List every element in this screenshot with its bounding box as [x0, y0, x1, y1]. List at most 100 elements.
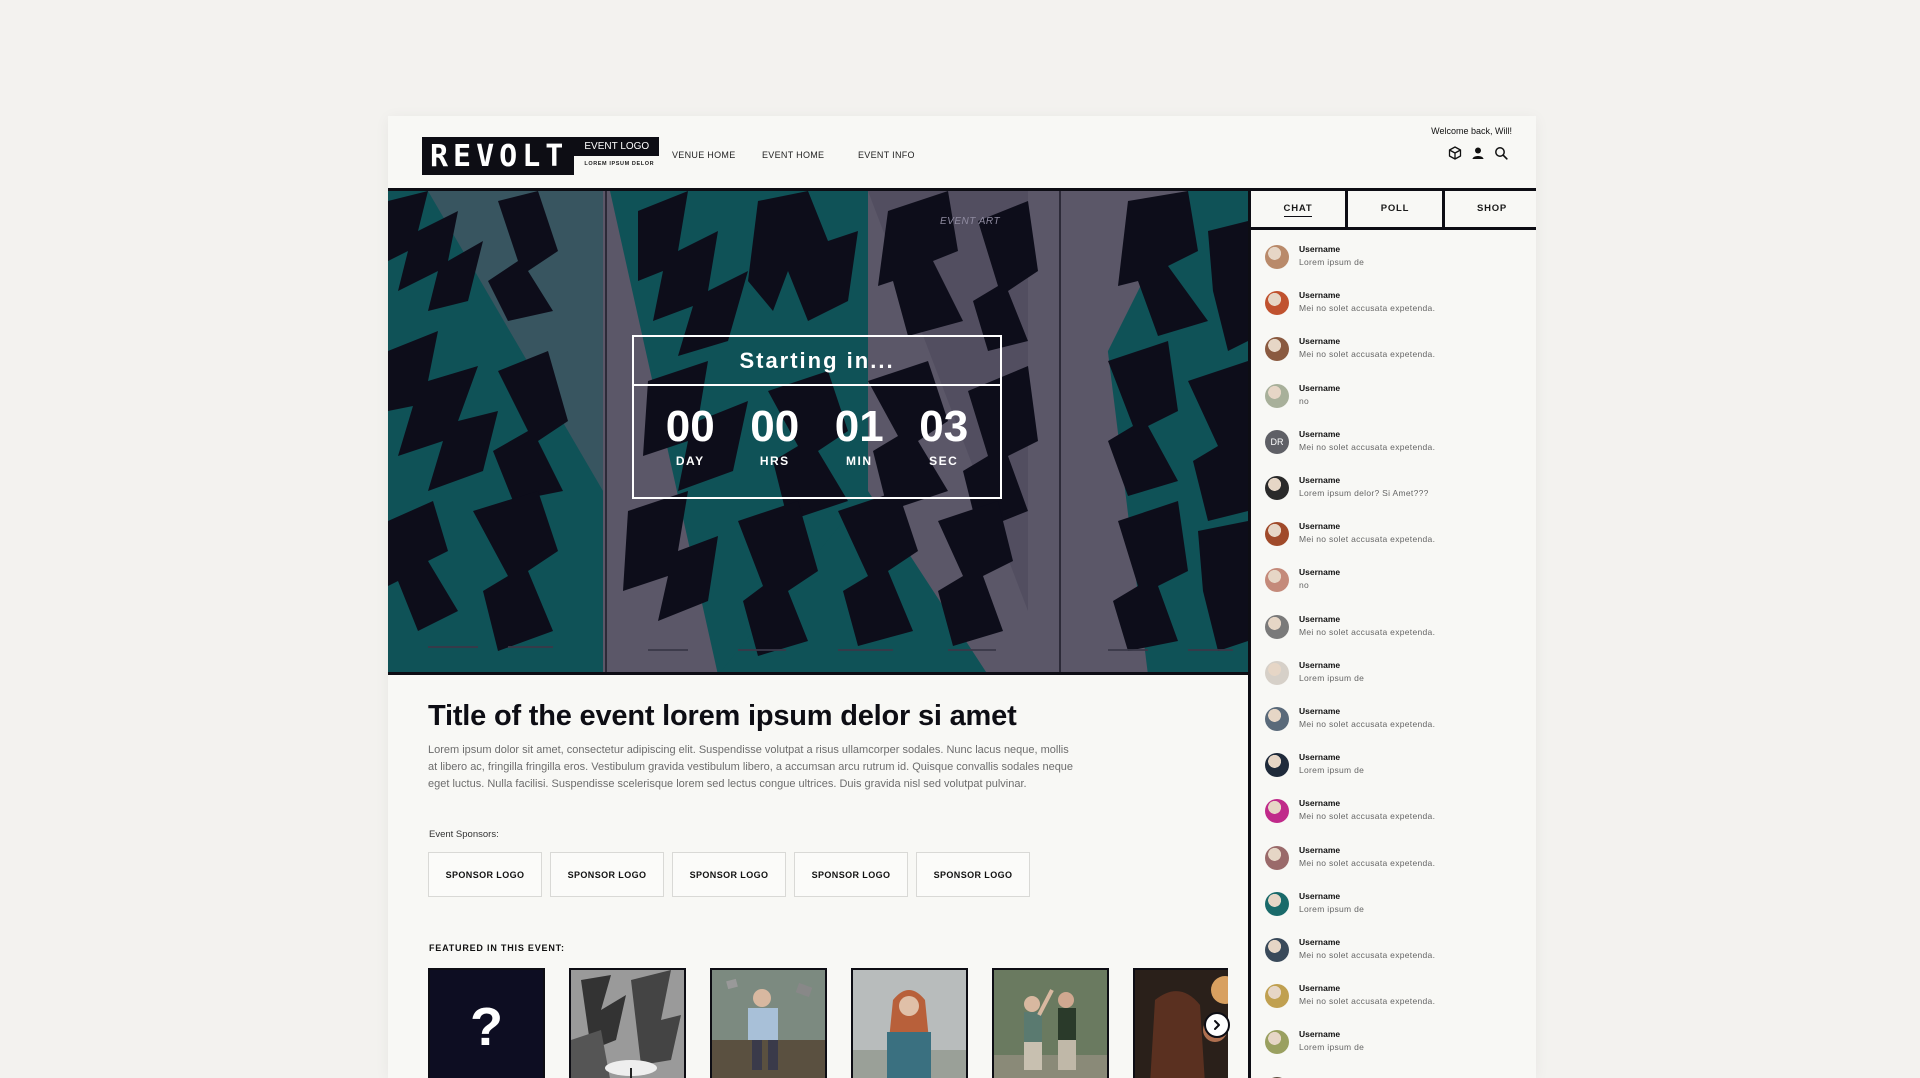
chat-message-text: Mei no solet accusata expetenda. — [1299, 996, 1436, 1007]
featured-card[interactable] — [569, 968, 686, 1078]
chat-message: Username Lorem ipsum de — [1265, 241, 1525, 281]
event-logo-label: EVENT LOGO — [574, 137, 660, 156]
chat-message: Username no — [1265, 564, 1525, 604]
avatar[interactable] — [1265, 938, 1289, 962]
chat-message-text: Mei no solet accusata expetenda. — [1299, 857, 1436, 868]
avatar[interactable] — [1265, 476, 1289, 500]
chat-message: Username Mei no solet accusata expetenda. — [1265, 703, 1525, 743]
chat-message: Username no — [1265, 380, 1525, 420]
avatar[interactable] — [1265, 799, 1289, 824]
avatar[interactable] — [1265, 984, 1289, 1009]
featured-card[interactable] — [992, 968, 1109, 1078]
chat-message-text: Lorem ipsum de — [1299, 765, 1365, 776]
avatar[interactable] — [1265, 337, 1289, 362]
avatar[interactable] — [1265, 245, 1289, 269]
chat-username[interactable]: Username — [1299, 475, 1340, 485]
top-header: REVOLT EVENT LOGO LOREM IPSUM DELOR VENU… — [388, 116, 1536, 191]
avatar[interactable] — [1265, 845, 1289, 870]
chat-message: DR Username Mei no solet accusata expetend… — [1265, 426, 1525, 466]
featured-photo — [571, 970, 684, 1078]
avatar[interactable] — [1265, 522, 1289, 547]
featured-card[interactable] — [710, 968, 827, 1078]
featured-mystery-card[interactable]: ? — [428, 968, 545, 1078]
sponsors-label: Event Sponsors: — [429, 829, 499, 840]
avatar[interactable] — [1265, 753, 1289, 778]
chat-username[interactable]: Username — [1299, 1029, 1340, 1039]
sponsor-logo[interactable]: SPONSOR LOGO — [428, 852, 542, 897]
chat-username[interactable]: Username — [1299, 845, 1340, 855]
chat-username[interactable]: Username — [1299, 937, 1340, 947]
avatar[interactable]: DR — [1265, 429, 1289, 454]
user-icon[interactable] — [1471, 146, 1485, 160]
sponsor-logo[interactable]: SPONSOR LOGO — [794, 852, 908, 897]
chat-username[interactable]: Username — [1299, 567, 1340, 577]
sponsor-logo[interactable]: SPONSOR LOGO — [916, 852, 1030, 897]
avatar[interactable] — [1265, 660, 1289, 685]
chat-username[interactable]: Username — [1299, 336, 1340, 346]
chat-username[interactable]: Username — [1299, 614, 1340, 624]
featured-label: FEATURED IN THIS EVENT: — [429, 943, 565, 953]
chat-message-text: no — [1299, 580, 1310, 591]
sponsor-logo[interactable]: SPONSOR LOGO — [672, 852, 786, 897]
chevron-right-icon — [1214, 1020, 1220, 1030]
chat-username[interactable]: Username — [1299, 752, 1340, 762]
chat-message: Username Lorem ipsum de — [1265, 657, 1525, 697]
revolt-logo[interactable]: REVOLT EVENT LOGO LOREM IPSUM DELOR — [422, 137, 660, 175]
chat-message: Username Mei no solet accusata expetenda. — [1265, 980, 1525, 1020]
chat-message: Username Mei no solet accusata expetenda. — [1265, 518, 1525, 558]
chat-message-text: Mei no solet accusata expetenda. — [1299, 303, 1436, 314]
avatar[interactable] — [1265, 568, 1289, 593]
event-title: Title of the event lorem ipsum delor si … — [428, 700, 1017, 732]
countdown-hours: 00 HRS — [750, 402, 800, 469]
chat-username[interactable]: Username — [1299, 983, 1340, 993]
chat-username[interactable]: Username — [1299, 429, 1340, 439]
tab-chat[interactable]: CHAT — [1251, 191, 1345, 227]
search-icon[interactable] — [1494, 146, 1508, 160]
tab-poll[interactable]: POLL — [1345, 191, 1442, 227]
chat-message: Username Lorem ipsum delor? Si Amet??? — [1265, 472, 1525, 512]
chat-username[interactable]: Username — [1299, 383, 1340, 393]
event-art-label: EVENT ART — [940, 216, 1001, 227]
featured-carousel: ? — [428, 968, 1228, 1078]
chat-username[interactable]: Username — [1299, 706, 1340, 716]
app-window: REVOLT EVENT LOGO LOREM IPSUM DELOR VENU… — [388, 116, 1536, 1078]
chat-username[interactable]: Username — [1299, 660, 1340, 670]
chat-username[interactable]: Username — [1299, 521, 1340, 531]
cube-icon[interactable] — [1448, 146, 1462, 160]
featured-card[interactable] — [851, 968, 968, 1078]
chat-message: Username — [1265, 1073, 1525, 1078]
chat-message: Username Mei no solet accusata expetenda. — [1265, 333, 1525, 373]
countdown-timer: Starting in... 00 DAY 00 HRS 01 MIN 03 S… — [632, 335, 1002, 499]
tab-shop[interactable]: SHOP — [1442, 191, 1536, 227]
avatar[interactable] — [1265, 614, 1289, 639]
nav-venue-home[interactable]: VENUE HOME — [672, 150, 736, 160]
chat-username[interactable]: Username — [1299, 290, 1340, 300]
countdown-days: 00 DAY — [665, 402, 715, 469]
featured-photo — [994, 970, 1107, 1078]
chat-message-text: Mei no solet accusata expetenda. — [1299, 349, 1436, 360]
avatar[interactable] — [1265, 1030, 1289, 1055]
event-description: Lorem ipsum dolor sit amet, consectetur … — [428, 744, 1074, 790]
chat-username[interactable]: Username — [1299, 798, 1340, 808]
chat-sidebar: CHAT POLL SHOP Username Lorem ipsum de Use… — [1248, 191, 1536, 1078]
chat-message-text: Lorem ipsum de — [1299, 903, 1365, 914]
chat-username[interactable]: Username — [1299, 244, 1340, 254]
avatar[interactable] — [1265, 891, 1289, 916]
chat-username[interactable]: Username — [1299, 891, 1340, 901]
logo-wordmark: REVOLT — [422, 137, 575, 175]
carousel-next-button[interactable] — [1204, 1012, 1230, 1038]
avatar[interactable] — [1265, 383, 1289, 408]
welcome-message: Welcome back, Will! — [1431, 126, 1512, 136]
nav-event-info[interactable]: EVENT INFO — [858, 150, 915, 160]
chat-message-text: Mei no solet accusata expetenda. — [1299, 626, 1436, 637]
question-mark: ? — [470, 997, 503, 1057]
sponsor-logo[interactable]: SPONSOR LOGO — [550, 852, 664, 897]
chat-message-text: Lorem ipsum de — [1299, 1042, 1365, 1053]
chat-message: Username Lorem ipsum de — [1265, 1026, 1525, 1066]
chat-message-text: Mei no solet accusata expetenda. — [1299, 719, 1436, 729]
nav-event-home[interactable]: EVENT HOME — [762, 150, 824, 160]
countdown-seconds: 03 SEC — [919, 402, 969, 469]
avatar[interactable] — [1265, 707, 1289, 731]
avatar[interactable] — [1265, 291, 1289, 316]
logo-subtitle: LOREM IPSUM DELOR — [584, 161, 655, 167]
